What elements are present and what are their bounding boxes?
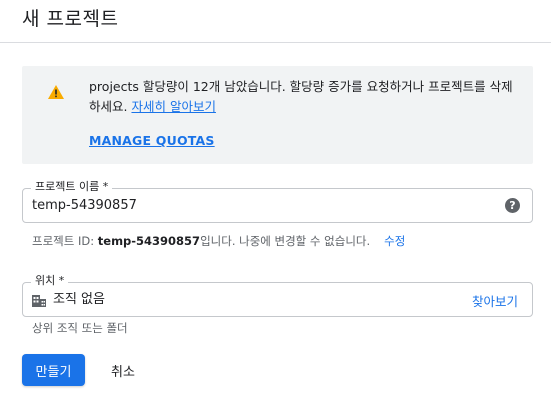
location-helper-text: 상위 조직 또는 폴더	[32, 321, 128, 335]
page-header: 새 프로젝트	[0, 0, 551, 43]
cancel-button[interactable]: 취소	[100, 354, 146, 386]
browse-location-button[interactable]: 찾아보기	[472, 291, 518, 310]
organization-icon	[32, 295, 46, 307]
quota-notice-text: projects 할당량이 12개 남았습니다. 할당량 증가를 요청하거나 프…	[89, 77, 519, 117]
project-name-input[interactable]: temp-54390857	[32, 197, 137, 215]
project-id-value: temp-54390857	[97, 234, 201, 248]
edit-project-id-link[interactable]: 수정	[384, 234, 405, 248]
learn-more-link[interactable]: 자세히 알아보기	[131, 99, 215, 114]
project-id-prefix: 프로젝트 ID:	[32, 234, 98, 248]
project-id-suffix: 입니다. 나중에 변경할 수 없습니다.	[200, 234, 371, 248]
location-value: 조직 없음	[53, 292, 105, 307]
project-id-info: 프로젝트 ID: temp-54390857입니다. 나중에 변경할 수 없습니…	[32, 233, 405, 249]
location-label: 위치 *	[31, 274, 69, 288]
manage-quotas-link[interactable]: MANAGE QUOTAS	[89, 133, 215, 148]
create-button[interactable]: 만들기	[22, 354, 85, 386]
project-name-label: 프로젝트 이름 *	[31, 180, 113, 194]
project-name-field[interactable]: 프로젝트 이름 * temp-54390857 ?	[22, 180, 533, 223]
location-field[interactable]: 위치 * 조직 없음 찾아보기	[22, 274, 533, 317]
quota-notice: projects 할당량이 12개 남았습니다. 할당량 증가를 요청하거나 프…	[22, 66, 533, 164]
page-title: 새 프로젝트	[22, 8, 119, 30]
warning-icon	[48, 85, 64, 99]
help-icon[interactable]: ?	[505, 198, 520, 213]
